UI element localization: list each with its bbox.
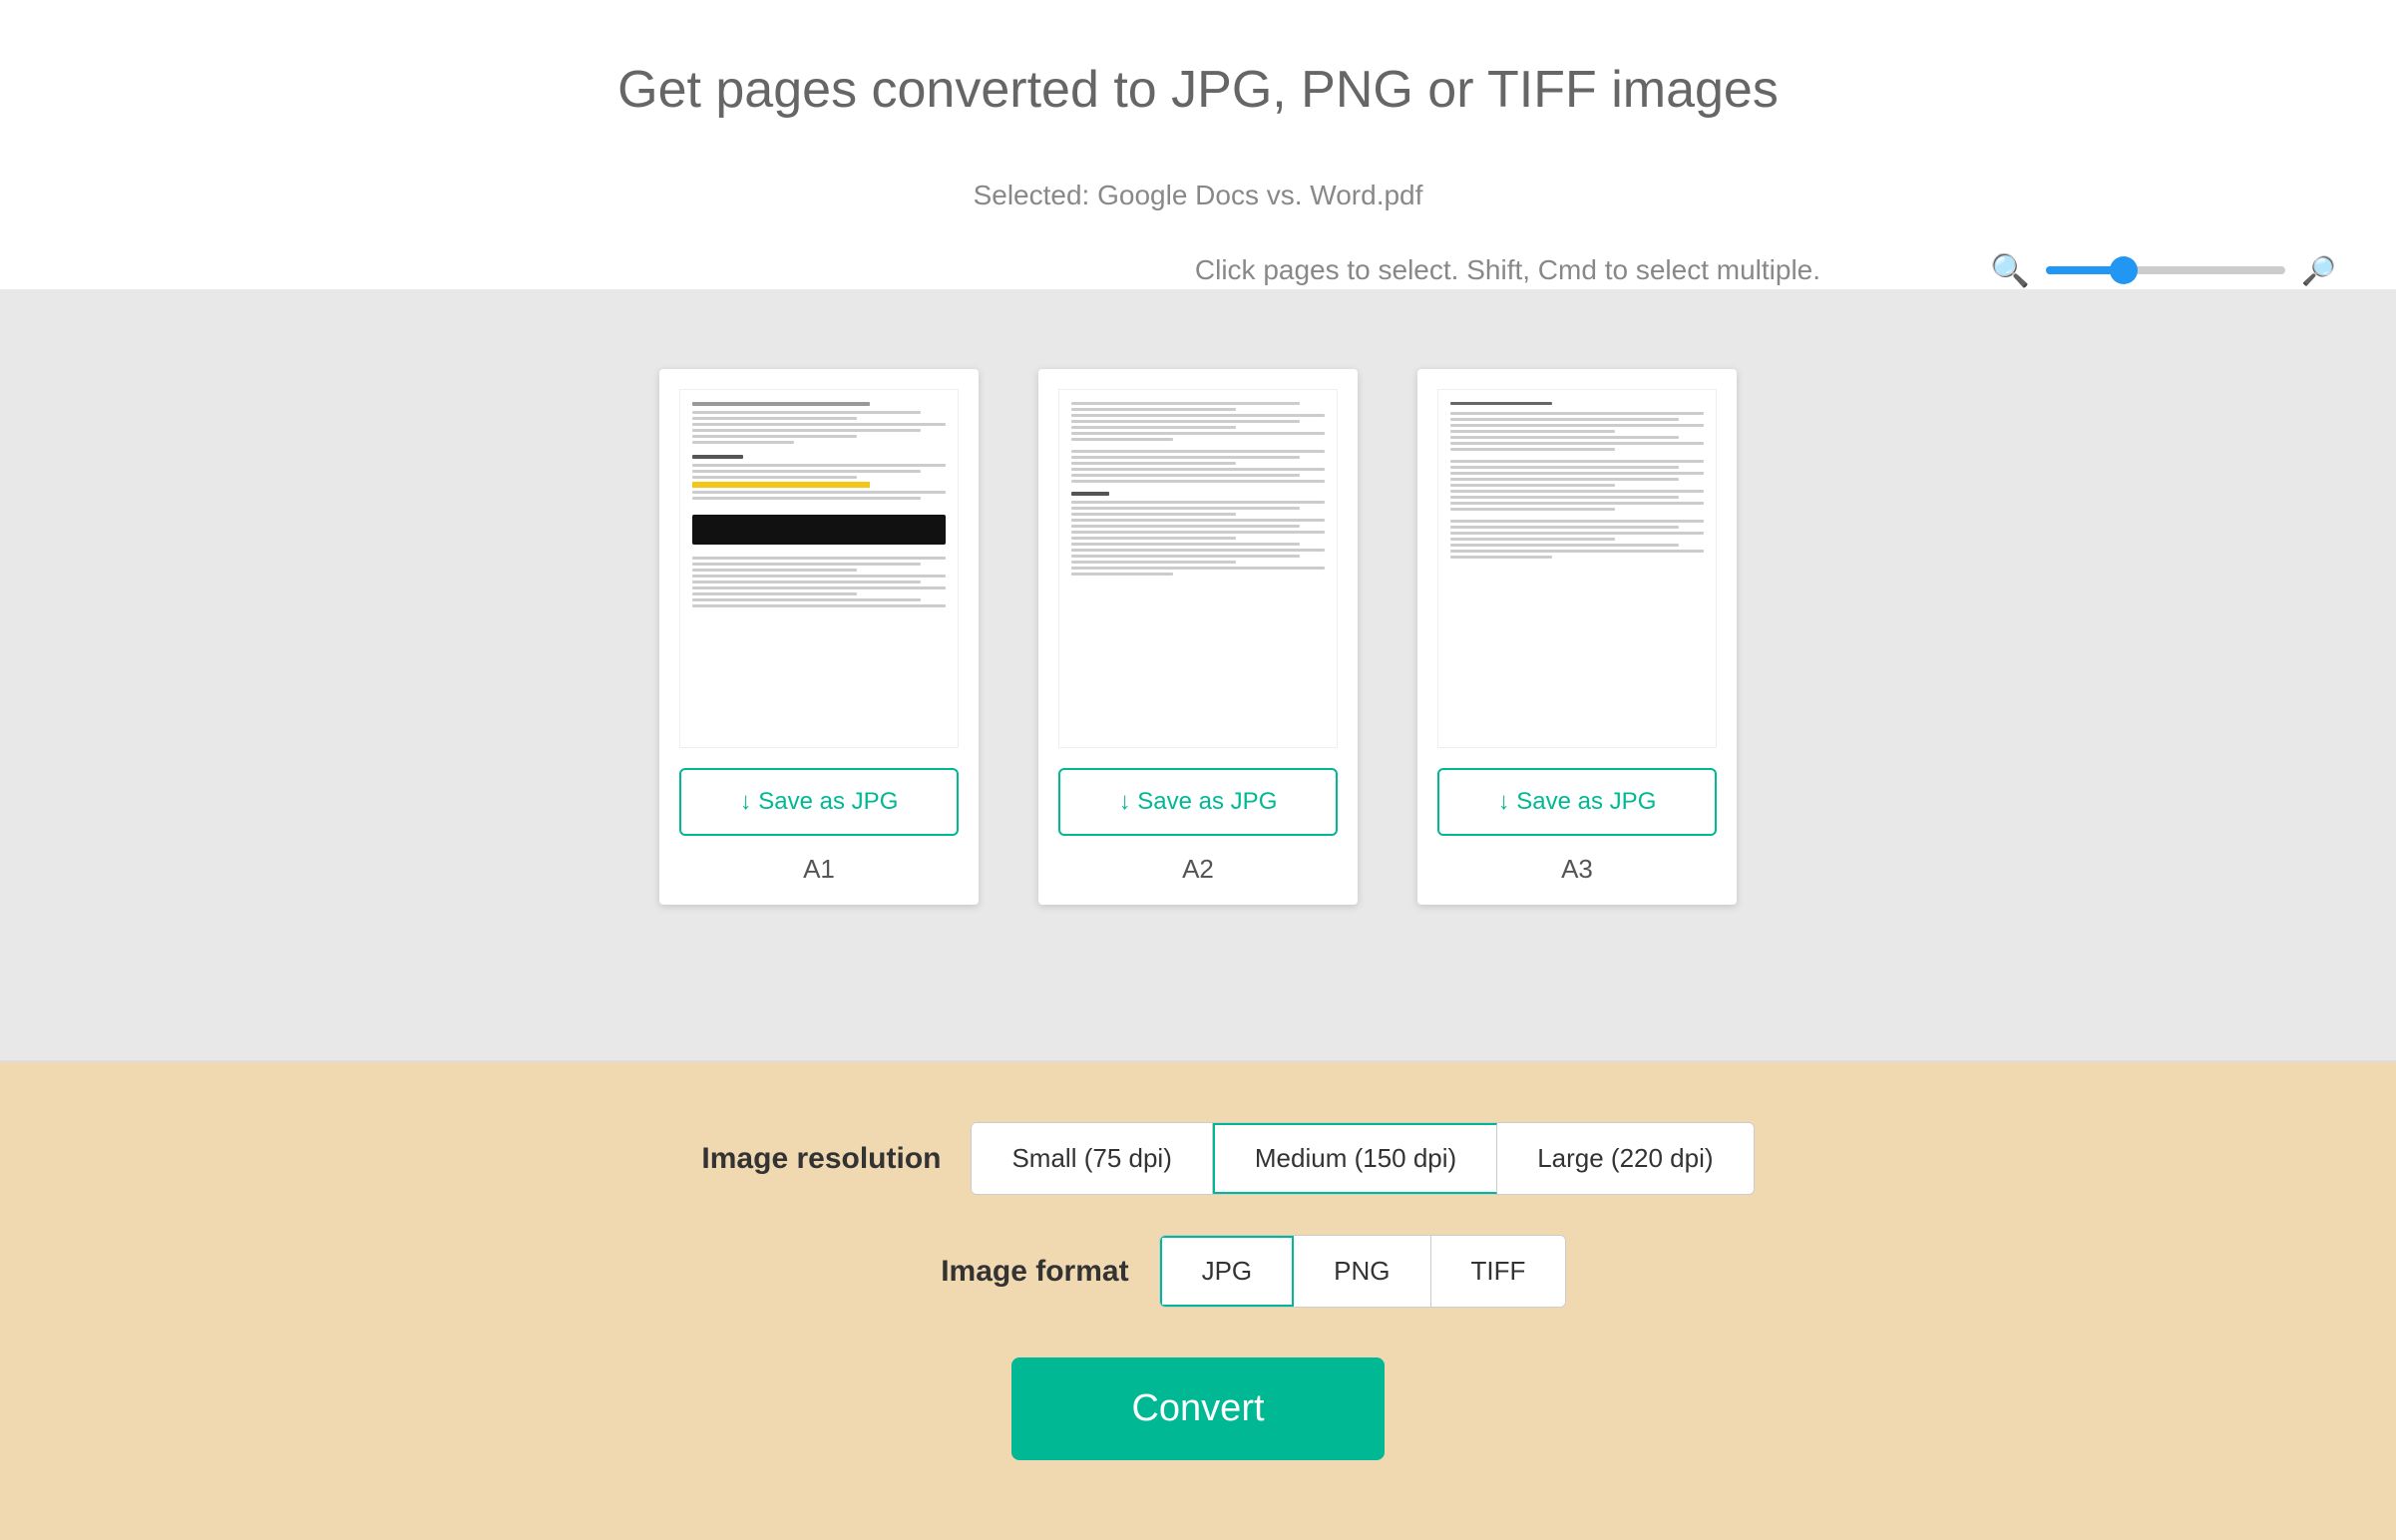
format-tiff-button[interactable]: TIFF	[1431, 1236, 1566, 1307]
page-label-a2: A2	[1182, 854, 1214, 885]
settings-section: Image resolution Small (75 dpi) Medium (…	[0, 1062, 2396, 1540]
resolution-row: Image resolution Small (75 dpi) Medium (…	[641, 1122, 1754, 1195]
doc-content-a1	[680, 390, 958, 622]
save-jpg-button-a2[interactable]: ↓ Save as JPG	[1058, 768, 1338, 836]
format-label: Image format	[830, 1255, 1129, 1289]
save-jpg-button-a1[interactable]: ↓ Save as JPG	[679, 768, 959, 836]
format-group: JPG PNG TIFF	[1159, 1235, 1567, 1308]
zoom-out-icon[interactable]: 🔍	[1990, 251, 2030, 289]
top-section: Get pages converted to JPG, PNG or TIFF …	[0, 0, 2396, 289]
doc-content-a3	[1438, 390, 1716, 574]
page-label-a1: A1	[803, 854, 835, 885]
page-thumbnail-a1	[679, 389, 959, 748]
page-label-a3: A3	[1561, 854, 1593, 885]
resolution-large-button[interactable]: Large (220 dpi)	[1497, 1123, 1753, 1194]
instruction-text: Click pages to select. Shift, Cmd to sel…	[1025, 254, 1991, 286]
preview-section: ↓ Save as JPG A1	[0, 289, 2396, 1060]
format-jpg-button[interactable]: JPG	[1160, 1236, 1295, 1307]
page-card-a3[interactable]: ↓ Save as JPG A3	[1417, 369, 1737, 905]
resolution-medium-button[interactable]: Medium (150 dpi)	[1213, 1123, 1497, 1194]
doc-content-a2	[1059, 390, 1337, 590]
resolution-small-button[interactable]: Small (75 dpi)	[972, 1123, 1212, 1194]
format-png-button[interactable]: PNG	[1294, 1236, 1430, 1307]
page-card-a2[interactable]: ↓ Save as JPG A2	[1038, 369, 1358, 905]
convert-button[interactable]: Convert	[1011, 1357, 1384, 1460]
zoom-in-icon[interactable]: 🔎	[2301, 254, 2336, 287]
page-thumbnail-a3	[1437, 389, 1717, 748]
save-jpg-button-a3[interactable]: ↓ Save as JPG	[1437, 768, 1717, 836]
pages-container: ↓ Save as JPG A1	[659, 369, 1737, 905]
resolution-label: Image resolution	[641, 1142, 941, 1176]
zoom-slider[interactable]	[2046, 266, 2285, 274]
instruction-row: Click pages to select. Shift, Cmd to sel…	[0, 251, 2396, 289]
page-card-a1[interactable]: ↓ Save as JPG A1	[659, 369, 979, 905]
resolution-group: Small (75 dpi) Medium (150 dpi) Large (2…	[971, 1122, 1754, 1195]
zoom-controls: 🔍 🔎	[1990, 251, 2336, 289]
page-thumbnail-a2	[1058, 389, 1338, 748]
page-wrapper: Get pages converted to JPG, PNG or TIFF …	[0, 0, 2396, 1540]
selected-file: Selected: Google Docs vs. Word.pdf	[0, 180, 2396, 211]
format-row: Image format JPG PNG TIFF	[830, 1235, 1567, 1308]
page-title: Get pages converted to JPG, PNG or TIFF …	[0, 60, 2396, 120]
